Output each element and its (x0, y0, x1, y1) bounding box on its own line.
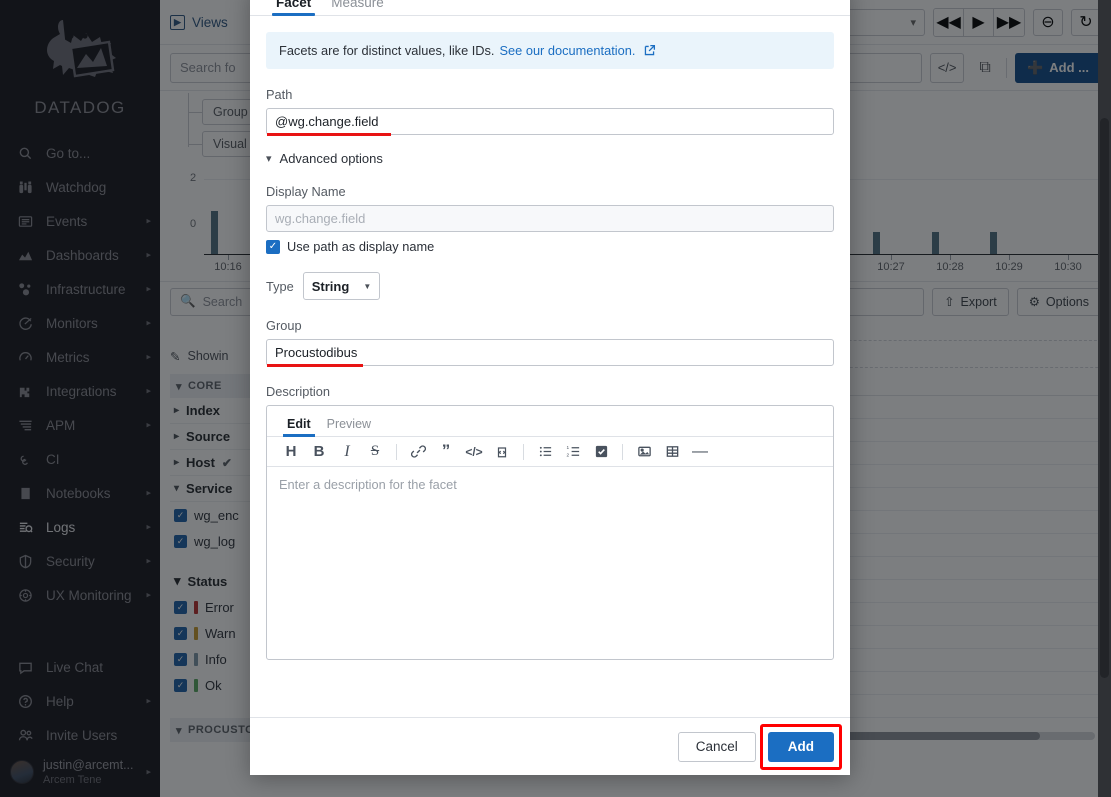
display-name-input[interactable]: wg.change.field (266, 205, 834, 232)
modal-footer: Cancel Add (250, 717, 850, 775)
divider (622, 443, 623, 460)
quote-icon[interactable]: ” (432, 439, 460, 465)
chevron-down-icon: ▾ (266, 153, 272, 165)
tab-facet[interactable]: Facet (266, 0, 321, 16)
tab-preview[interactable]: Preview (319, 417, 379, 436)
use-path-checkbox[interactable]: ✓ (266, 239, 280, 254)
bulleted-list-icon[interactable] (531, 439, 559, 465)
external-link-icon[interactable] (643, 44, 656, 57)
description-placeholder: Enter a description for the facet (279, 477, 457, 492)
tab-measure[interactable]: Measure (321, 0, 394, 15)
type-label: Type (266, 278, 294, 294)
svg-text:1: 1 (566, 445, 569, 450)
group-field-wrapper: Procustodibus (266, 339, 834, 367)
strikethrough-icon[interactable]: S (361, 439, 389, 465)
path-input[interactable]: @wg.change.field (266, 108, 834, 135)
advanced-options-toggle[interactable]: ▾ Advanced options (266, 151, 834, 166)
link-icon[interactable] (404, 439, 432, 465)
type-row: Type String ▼ (266, 272, 834, 300)
info-banner-text: Facets are for distinct values, like IDs… (279, 43, 495, 58)
info-banner: Facets are for distinct values, like IDs… (266, 32, 834, 69)
description-textarea[interactable]: Enter a description for the facet (267, 467, 833, 659)
advanced-options-label: Advanced options (279, 151, 383, 166)
modal-tabs: Facet Measure (250, 0, 850, 16)
chevron-down-icon: ▼ (363, 281, 372, 291)
app-root: DATADOG Go to...WatchdogEvents▸Dashboard… (0, 0, 1111, 797)
bold-icon[interactable]: B (305, 439, 333, 465)
path-label: Path (266, 87, 293, 102)
documentation-link[interactable]: See our documentation. (500, 43, 636, 58)
use-path-checkbox-label: Use path as display name (287, 239, 435, 254)
display-name-label: Display Name (266, 184, 346, 199)
code-block-icon[interactable] (488, 439, 516, 465)
table-icon[interactable] (658, 439, 686, 465)
image-icon[interactable] (630, 439, 658, 465)
italic-icon[interactable]: I (333, 439, 361, 465)
editor-tabs: Edit Preview (267, 406, 833, 437)
display-name-placeholder: wg.change.field (275, 211, 366, 226)
use-path-checkbox-row[interactable]: ✓ Use path as display name (266, 239, 834, 254)
checklist-icon[interactable] (587, 439, 615, 465)
group-label: Group (266, 318, 302, 333)
add-button-wrapper: Add (759, 723, 842, 770)
description-editor: Edit Preview H B I S ” </> 1 2 — Enter a… (266, 405, 834, 660)
cancel-button[interactable]: Cancel (677, 731, 756, 762)
path-field-wrapper: @wg.change.field (266, 108, 834, 136)
add-facet-modal: Facet Measure Facets are for distinct va… (250, 0, 850, 775)
add-facet-button[interactable]: Add (767, 731, 834, 762)
tab-edit[interactable]: Edit (279, 417, 319, 437)
numbered-list-icon[interactable]: 1 2 (559, 439, 587, 465)
divider (396, 443, 397, 460)
svg-text:2: 2 (566, 453, 569, 458)
group-annotation-underline (267, 364, 363, 367)
path-annotation-underline (267, 133, 391, 136)
modal-body: Facets are for distinct values, like IDs… (250, 16, 850, 717)
heading-icon[interactable]: H (277, 439, 305, 465)
group-input[interactable]: Procustodibus (266, 339, 834, 366)
type-select-value: String (311, 278, 350, 294)
divider (523, 443, 524, 460)
type-select[interactable]: String ▼ (302, 272, 381, 300)
description-label: Description (266, 384, 331, 399)
code-icon[interactable]: </> (460, 439, 488, 465)
editor-toolbar: H B I S ” </> 1 2 — (267, 437, 833, 467)
horizontal-rule-icon[interactable]: — (686, 439, 714, 465)
